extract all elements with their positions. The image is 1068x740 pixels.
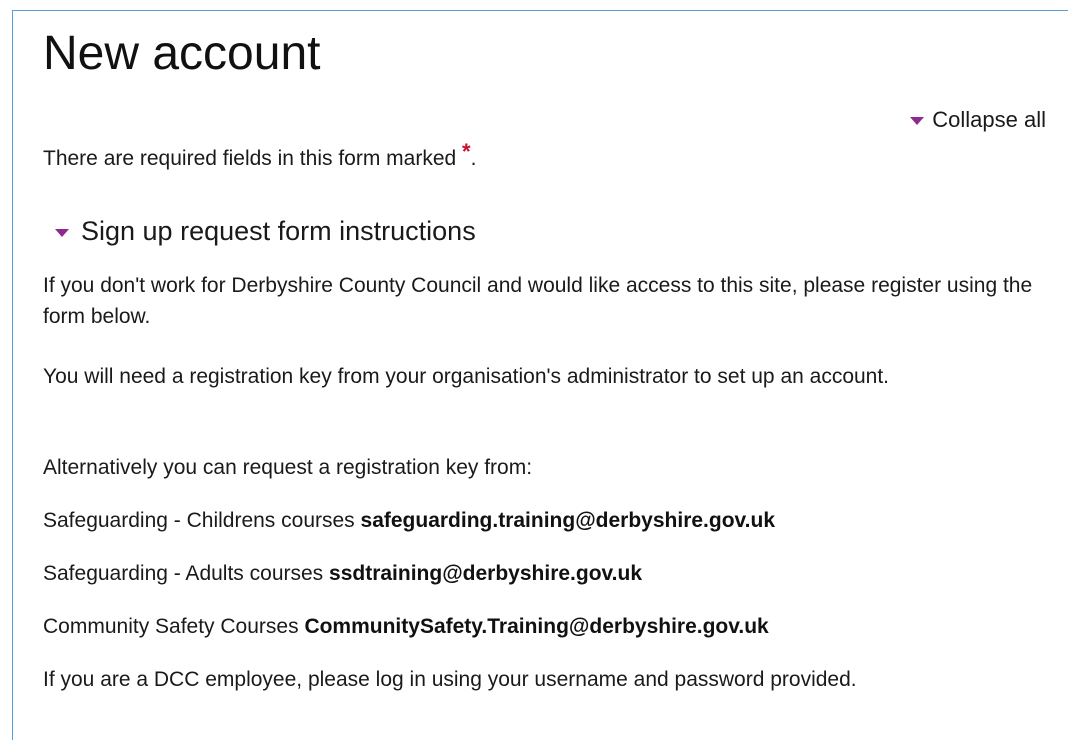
page-title: New account: [43, 27, 321, 80]
required-period: .: [470, 147, 477, 170]
contact-email: safeguarding.training@derbyshire.gov.uk: [360, 509, 776, 532]
section-toggle-signup-instructions[interactable]: Sign up request form instructions: [55, 216, 476, 247]
required-fields-notice: There are required fields in this form m…: [43, 139, 477, 171]
contact-label: Safeguarding - Childrens courses: [43, 509, 361, 532]
contact-label: Safeguarding - Adults courses: [43, 562, 330, 585]
instruction-paragraph: Alternatively you can request a registra…: [43, 456, 533, 479]
collapse-all-link[interactable]: Collapse all: [910, 107, 1046, 133]
required-notice-text: There are required fields in this form m…: [43, 147, 457, 170]
contact-label: Community Safety Courses: [43, 615, 305, 638]
contact-line: Safeguarding - Adults courses ssdtrainin…: [43, 558, 642, 589]
collapse-all-label: Collapse all: [932, 107, 1046, 132]
instruction-paragraph: If you don't work for Derbyshire County …: [43, 274, 1033, 328]
instruction-paragraph: If you are a DCC employee, please log in…: [43, 668, 857, 691]
caret-down-icon: [55, 228, 69, 237]
contact-email: ssdtraining@derbyshire.gov.uk: [329, 562, 643, 585]
contact-line: Safeguarding - Childrens courses safegua…: [43, 505, 775, 536]
section-heading: Sign up request form instructions: [81, 216, 476, 246]
required-marker: *: [462, 139, 471, 164]
caret-down-icon: [910, 117, 925, 125]
instruction-paragraph: You will need a registration key from yo…: [43, 365, 890, 388]
contact-email: CommunitySafety.Training@derbyshire.gov.…: [304, 615, 769, 638]
contact-line: Community Safety Courses CommunitySafety…: [43, 611, 769, 642]
